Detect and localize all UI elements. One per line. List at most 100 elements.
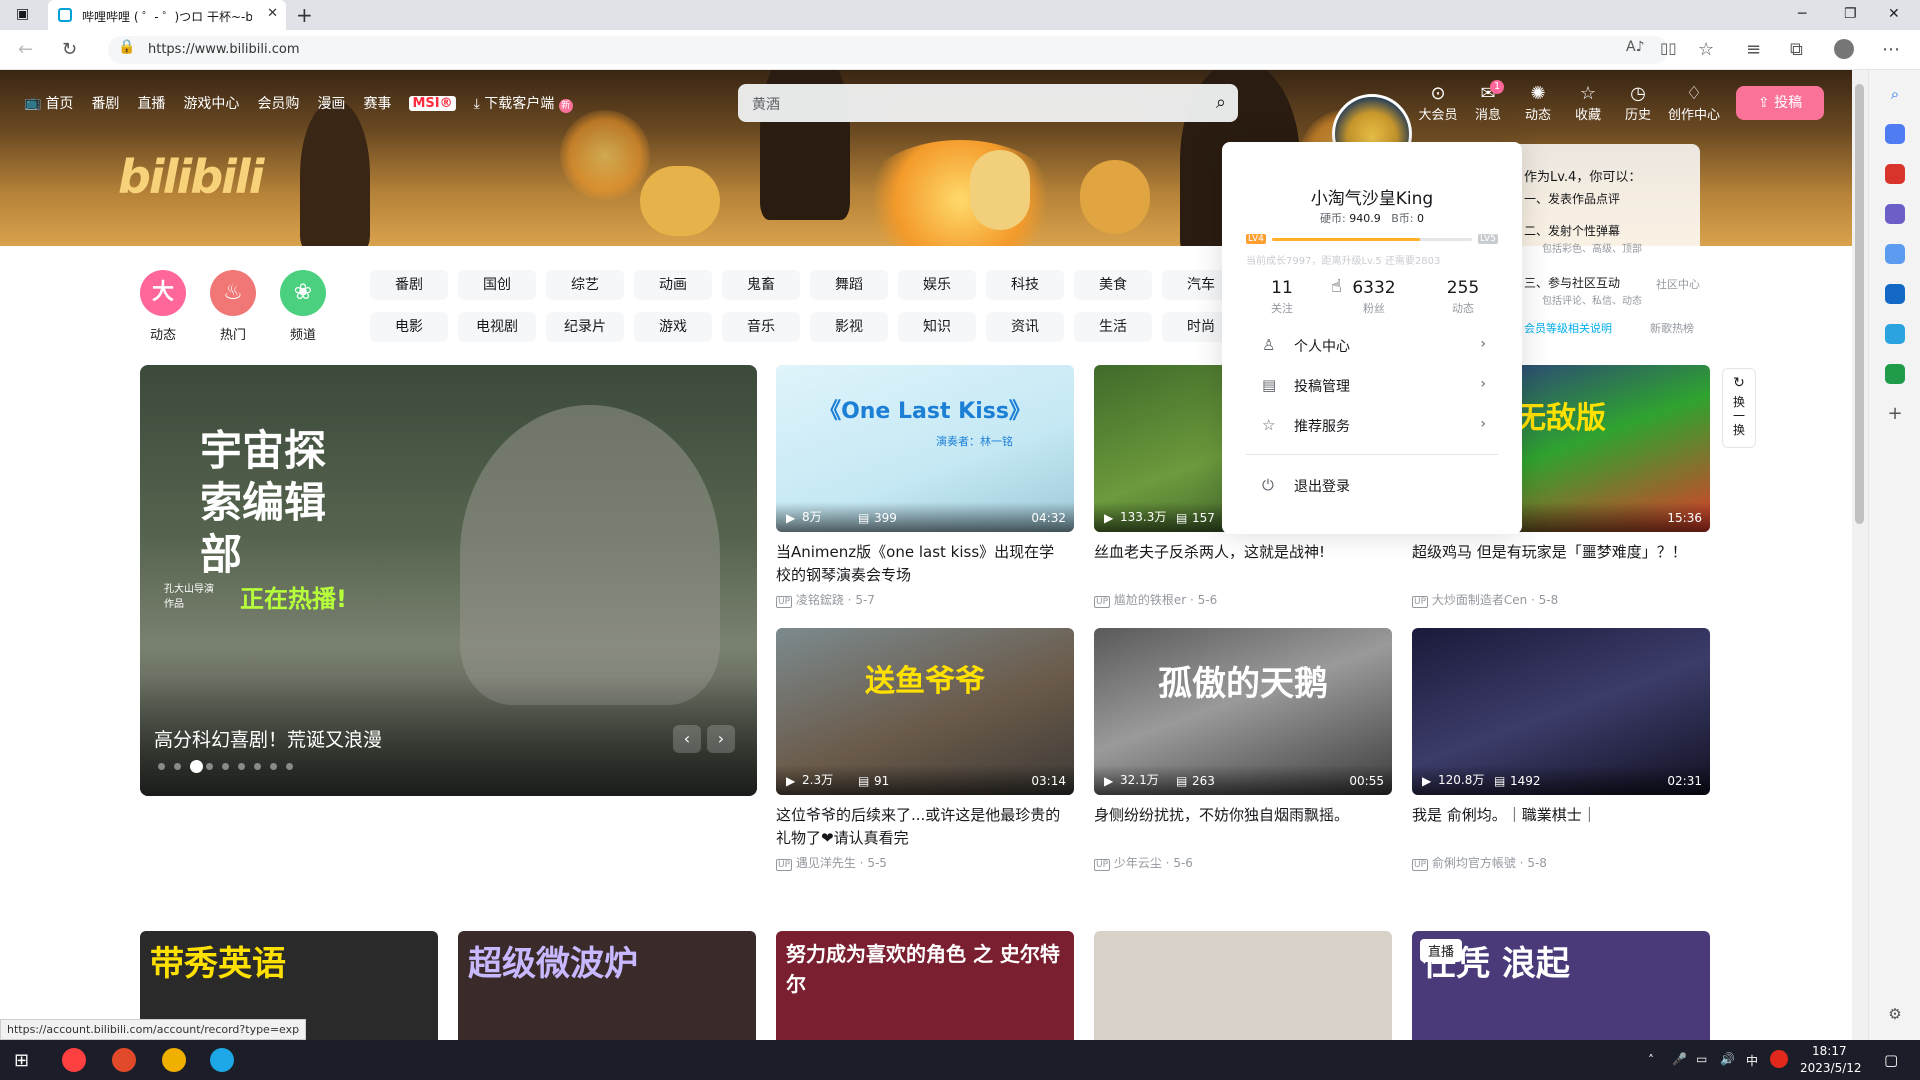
carousel-dot[interactable] [270, 763, 277, 770]
back-icon[interactable]: ← [18, 39, 33, 60]
close-window-button[interactable]: ✕ [1888, 6, 1900, 22]
browser-tab[interactable]: 哔哩哔哩 ( ゜- ゜)つロ 干杯~-bili ✕ [48, 0, 286, 30]
video-thumbnail[interactable]: 任凭 浪起 直播 [1412, 931, 1710, 1041]
windows-start-icon[interactable]: ⊞ [14, 1050, 29, 1071]
video-title[interactable]: 身侧纷纷扰扰，不妨你独自烟雨飘摇。 [1094, 804, 1384, 827]
search-icon[interactable]: ⌕ [1885, 84, 1905, 104]
clock-date[interactable]: 2023/5/12 [1800, 1061, 1862, 1075]
video-thumbnail[interactable]: 《One Last Kiss》 演奏者：林一铭 ▶ 8万 ▤ 399 04:32 [776, 365, 1074, 532]
video-meta[interactable]: UP 遇见洋先生 · 5-5 [776, 854, 887, 871]
collections-icon[interactable]: ⧉ [1790, 39, 1803, 60]
dynamic-count[interactable]: 255 [1438, 278, 1488, 298]
video-title[interactable]: 当Animenz版《one last kiss》出现在学校的钢琴演奏会专场 [776, 541, 1066, 587]
video-thumbnail[interactable]: 超级微波炉 [458, 931, 756, 1041]
settings-gear-icon[interactable]: ⚙ [1885, 1004, 1905, 1024]
restore-button[interactable]: ❐ [1844, 6, 1857, 22]
category-button[interactable]: 游戏 [634, 312, 712, 342]
sogou-ime-icon[interactable] [1770, 1050, 1788, 1068]
video-meta[interactable]: UP 凌铭鋐跷 · 5-7 [776, 591, 875, 608]
carousel-dot[interactable] [286, 763, 293, 770]
category-button[interactable]: 知识 [898, 312, 976, 342]
ime-indicator[interactable]: 中 [1746, 1052, 1758, 1069]
read-aloud-icon[interactable]: A♪ [1626, 39, 1645, 55]
games-icon[interactable] [1885, 204, 1905, 224]
video-thumbnail[interactable]: 努力成为喜欢的角色 之 史尔特尔 [776, 931, 1074, 1041]
tab-actions-icon[interactable]: ▣ [16, 6, 29, 22]
refresh-button[interactable]: ↻ 换一换 [1722, 368, 1756, 448]
carousel-dot[interactable] [238, 763, 245, 770]
nav-home[interactable]: 首页 [45, 93, 73, 113]
video-title[interactable]: 丝血老夫子反杀两人，这就是战神! [1094, 541, 1384, 564]
following-count[interactable]: 11 [1262, 278, 1302, 298]
carousel-dot[interactable] [174, 763, 181, 770]
copilot-icon[interactable] [1885, 244, 1905, 264]
header-dynamic[interactable]: ✺ 动态 [1518, 84, 1558, 124]
minimize-button[interactable]: ─ [1798, 6, 1806, 22]
user-name[interactable]: 小淘气沙皇King [1222, 184, 1522, 209]
video-thumbnail[interactable]: 送鱼爷爷 ▶ 2.3万 ▤ 91 03:14 [776, 628, 1074, 795]
video-meta[interactable]: UP 少年云尘 · 5-6 [1094, 854, 1193, 871]
search-bar[interactable]: 黄酒 ⌕ [738, 84, 1238, 122]
video-thumbnail[interactable]: ▶ 120.8万 ▤ 1492 02:31 [1412, 628, 1710, 795]
carousel-next-button[interactable]: › [707, 725, 735, 753]
search-icon[interactable]: ⌕ [1216, 92, 1226, 113]
level-help-link[interactable]: 会员等级相关说明 [1524, 320, 1612, 336]
nav-esports[interactable]: 赛事 [363, 93, 391, 113]
app-icon[interactable] [112, 1048, 136, 1072]
category-button[interactable]: 番剧 [370, 270, 448, 300]
category-button[interactable]: 生活 [1074, 312, 1152, 342]
nav-anime[interactable]: 番剧 [91, 93, 119, 113]
app-icon[interactable] [62, 1048, 86, 1072]
category-button[interactable]: 国创 [458, 270, 536, 300]
category-button[interactable]: 鬼畜 [722, 270, 800, 300]
carousel[interactable]: 宇宙探索编辑部 孔大山导演作品 正在热播! 高分科幻喜剧！荒诞又浪漫 ‹ › [140, 365, 757, 796]
split-screen-icon[interactable]: ▯▯ [1660, 39, 1677, 57]
tree-icon[interactable] [1885, 364, 1905, 384]
following-label[interactable]: 关注 [1262, 300, 1302, 316]
carousel-dot-active[interactable] [190, 760, 203, 773]
drop-icon[interactable] [1885, 324, 1905, 344]
video-thumbnail[interactable]: 孤傲的天鹅 ▶ 32.1万 ▤ 263 00:55 [1094, 628, 1392, 795]
tab-close-icon[interactable]: ✕ [267, 6, 278, 21]
carousel-dot[interactable] [254, 763, 261, 770]
video-meta[interactable]: UP 尴尬的铁根er · 5-6 [1094, 591, 1217, 608]
hot-songs-link[interactable]: 新歌热榜 [1650, 320, 1694, 336]
bilibili-logo[interactable]: bilibili [118, 150, 264, 204]
edge-browser-icon[interactable] [210, 1048, 234, 1072]
outlook-icon[interactable] [1885, 284, 1905, 304]
carousel-dot[interactable] [222, 763, 229, 770]
video-thumbnail[interactable] [1094, 931, 1392, 1041]
nav-manga[interactable]: 漫画 [317, 93, 345, 113]
nav-live[interactable]: 直播 [137, 93, 165, 113]
favorites-icon[interactable]: ≡ [1746, 39, 1761, 60]
channel-hot-icon[interactable]: ♨ [210, 270, 256, 316]
notification-icon[interactable]: ▢ [1884, 1051, 1898, 1069]
upload-button[interactable]: ⇪ 投稿 [1736, 86, 1824, 120]
channel-channels-label[interactable]: 频道 [280, 324, 326, 343]
category-button[interactable]: 电影 [370, 312, 448, 342]
category-button[interactable]: 娱乐 [898, 270, 976, 300]
volume-icon[interactable]: 🔊 [1720, 1052, 1735, 1066]
header-vip[interactable]: ⊙ 大会员 [1418, 84, 1458, 124]
category-button[interactable]: 资讯 [986, 312, 1064, 342]
network-icon[interactable]: ▭ [1696, 1052, 1707, 1066]
video-meta[interactable]: UP 俞俐均官方帳號 · 5-8 [1412, 854, 1547, 871]
tools-icon[interactable] [1885, 164, 1905, 184]
carousel-dot[interactable] [206, 763, 213, 770]
header-favorites[interactable]: ☆ 收藏 [1568, 84, 1608, 124]
video-title[interactable]: 这位爷爷的后续来了...或许这是他最珍贵的礼物了❤请认真看完 [776, 804, 1066, 850]
extensions-icon[interactable] [1885, 124, 1905, 144]
category-button[interactable]: 综艺 [546, 270, 624, 300]
header-history[interactable]: ◷ 历史 [1618, 84, 1658, 124]
nav-tv-icon[interactable]: 📺 [24, 95, 41, 111]
tray-overflow-icon[interactable]: ˄ [1648, 1053, 1654, 1067]
dynamic-label[interactable]: 动态 [1438, 300, 1488, 316]
nav-msi-logo[interactable]: MSI® [409, 95, 456, 111]
channel-channels-icon[interactable]: ❀ [280, 270, 326, 316]
category-button[interactable]: 动画 [634, 270, 712, 300]
carousel-dot[interactable] [158, 763, 165, 770]
clock-time[interactable]: 18:17 [1812, 1044, 1847, 1058]
video-title[interactable]: 超级鸡马 但是有玩家是「噩梦难度」？！ [1412, 541, 1702, 564]
app-icon[interactable] [162, 1048, 186, 1072]
video-title[interactable]: 我是 俞俐均。｜職業棋士｜ [1412, 804, 1702, 827]
